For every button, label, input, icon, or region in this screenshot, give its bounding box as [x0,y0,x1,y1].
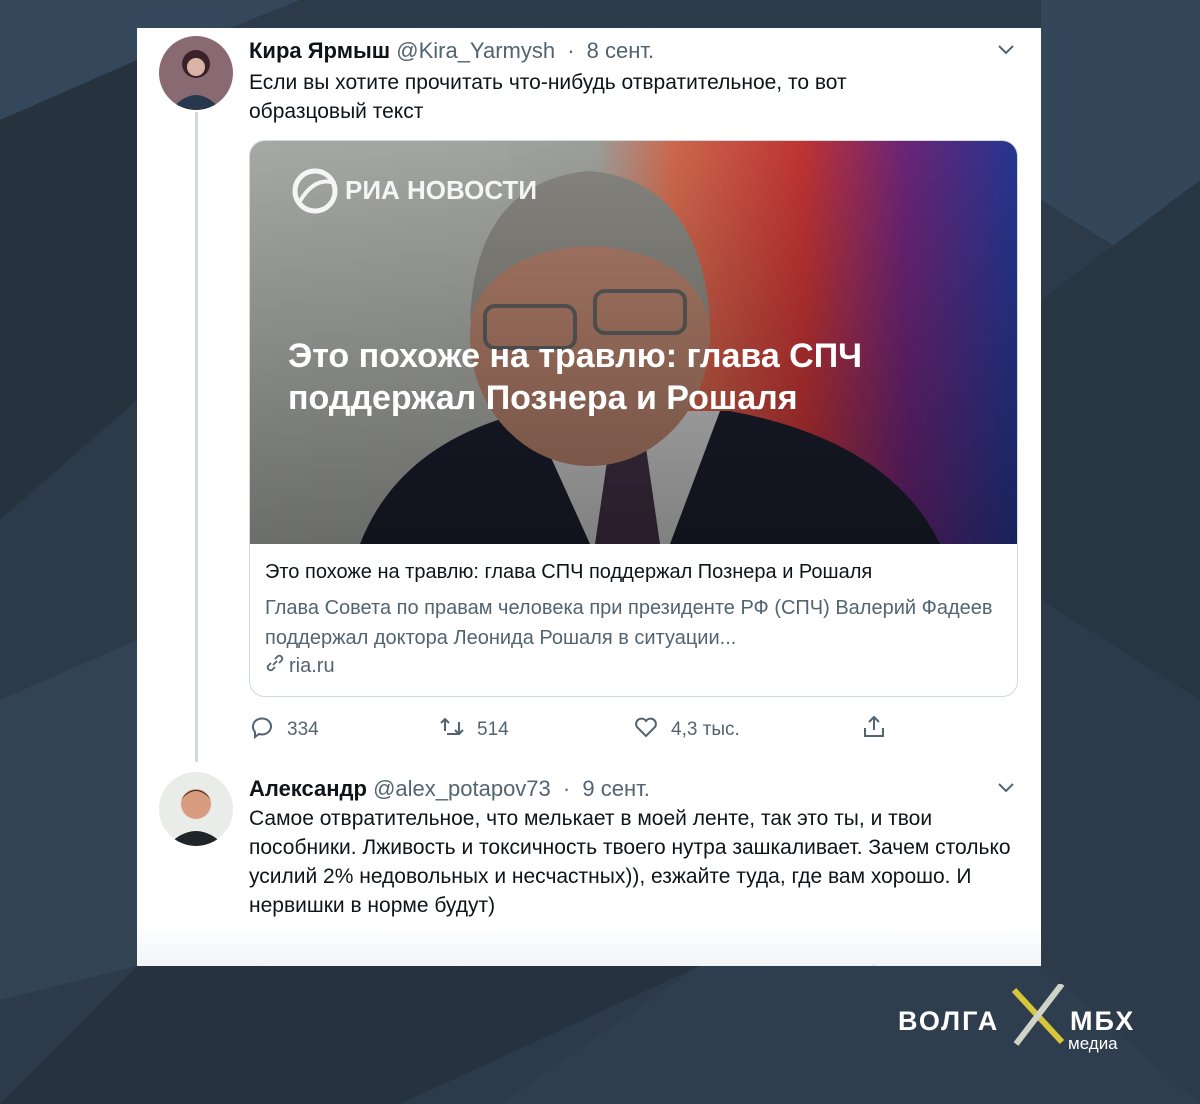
avatar[interactable] [159,36,233,110]
like-button[interactable]: 4,3 тыс. [633,714,740,746]
bottom-fade [137,926,1041,966]
link-preview-card[interactable]: РИА НОВОСТИ Это похоже на травлю: глава … [249,140,1018,697]
link-preview-domain: ria.ru [265,653,335,679]
brand-sub: медиа [1068,1034,1118,1053]
tweet-date[interactable]: 8 сент. [587,38,654,63]
chevron-down-icon[interactable] [995,776,1017,798]
author-handle[interactable]: @Kira_Yarmysh [396,38,555,63]
tweet-date[interactable]: 9 сент. [582,776,649,801]
like-icon [633,714,659,746]
brand-left: ВОЛГА [898,1006,1000,1036]
link-preview-title: Это похоже на травлю: глава СПЧ поддержа… [265,561,873,583]
author-name[interactable]: Кира Ярмыш [249,38,390,63]
tweet-header: Александр @alex_potapov73 · 9 сент. [249,776,650,802]
author-handle[interactable]: @alex_potapov73 [373,776,551,801]
separator-dot: · [562,776,571,801]
author-name[interactable]: Александр [249,776,367,801]
ria-logo-text: РИА НОВОСТИ [345,175,537,205]
image-headline-line2: поддержал Познера и Рошаля [288,379,798,417]
tweet-text: Самое отвратительное, что мелькает в мое… [249,807,1011,917]
like-count: 4,3 тыс. [671,719,740,740]
domain-label: ria.ru [289,654,335,677]
brand-logo: ВОЛГА МБХ медиа [896,982,1156,1060]
brand-right: МБХ [1070,1006,1136,1036]
separator-dot: · [567,38,575,63]
thread-line [195,112,198,762]
brand-x-mark [1008,982,1068,1053]
link-preview-description: Глава Совета по правам человека при през… [265,597,993,649]
tweet-actions: 334 514 4,3 тыс. [249,714,909,744]
retweet-icon [439,714,465,746]
link-icon [265,653,285,679]
chevron-down-icon[interactable] [995,38,1017,60]
tweet-text: Если вы хотите прочитать что-нибудь отвр… [249,71,847,123]
share-icon [861,714,887,746]
tweet-screenshot: Кира Ярмыш @Kira_Yarmysh · 8 сент. Если … [137,28,1041,966]
link-preview-image: РИА НОВОСТИ Это похоже на травлю: глава … [250,141,1017,544]
share-button[interactable] [861,714,887,746]
retweet-button[interactable]: 514 [439,714,509,746]
image-headline-line1: Это похоже на травлю: глава СПЧ [288,337,862,375]
retweet-count: 514 [477,719,509,740]
avatar[interactable] [159,772,233,846]
reply-count: 334 [287,719,319,740]
reply-icon [249,714,275,746]
tweet-header: Кира Ярмыш @Kira_Yarmysh · 8 сент. [249,38,654,64]
reply-button[interactable]: 334 [249,714,319,746]
